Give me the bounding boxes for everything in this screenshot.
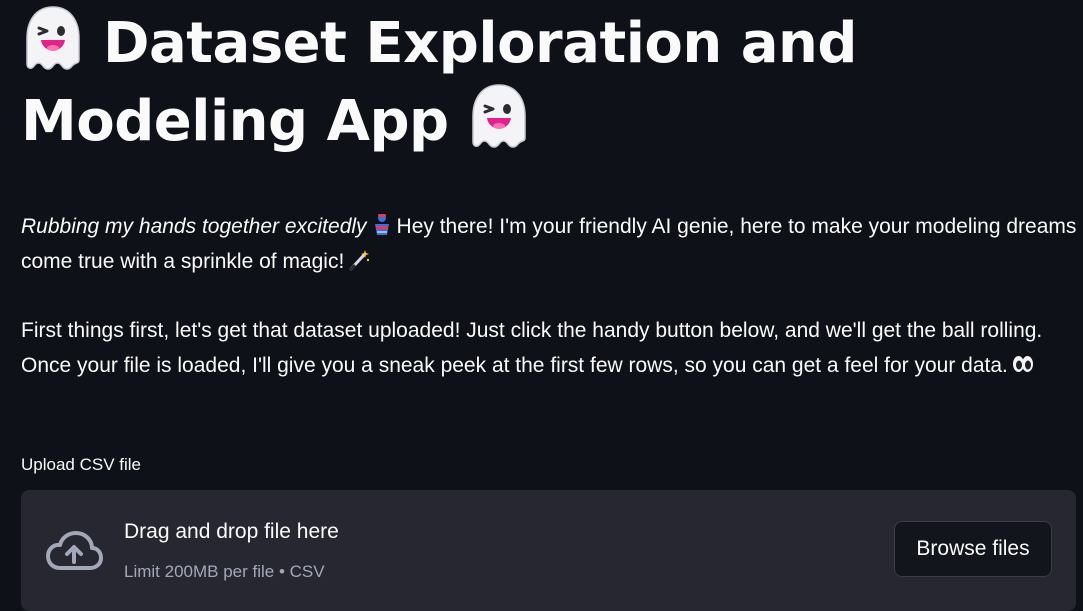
eyes-icon (1012, 356, 1033, 372)
genie-icon (374, 214, 389, 235)
ghost-icon (471, 84, 526, 148)
ghost-icon (26, 6, 80, 70)
title-text-2: Modeling App (21, 89, 449, 154)
title-line-2: Modeling App (21, 82, 1071, 160)
page-title: Dataset Exploration and Modeling App (21, 4, 1071, 160)
browse-files-button[interactable]: Browse files (894, 521, 1052, 577)
instructions-paragraph: First things first, let's get that datas… (21, 313, 1081, 383)
file-dropzone[interactable]: Drag and drop file here Limit 200MB per … (21, 490, 1076, 611)
title-text-1: Dataset Exploration and (103, 11, 858, 76)
instructions-text: First things first, let's get that datas… (21, 319, 1043, 377)
dropzone-limit: Limit 200MB per file • CSV (124, 562, 325, 581)
magic-wand-icon (349, 250, 370, 271)
cloud-upload-icon (46, 531, 103, 570)
title-line-1: Dataset Exploration and (21, 4, 1071, 82)
intro-paragraph: Rubbing my hands together excitedly Hey … (21, 209, 1081, 279)
dropzone-title: Drag and drop file here (124, 520, 339, 543)
intro-italic: Rubbing my hands together excitedly (21, 215, 367, 238)
upload-label: Upload CSV file (21, 455, 142, 474)
